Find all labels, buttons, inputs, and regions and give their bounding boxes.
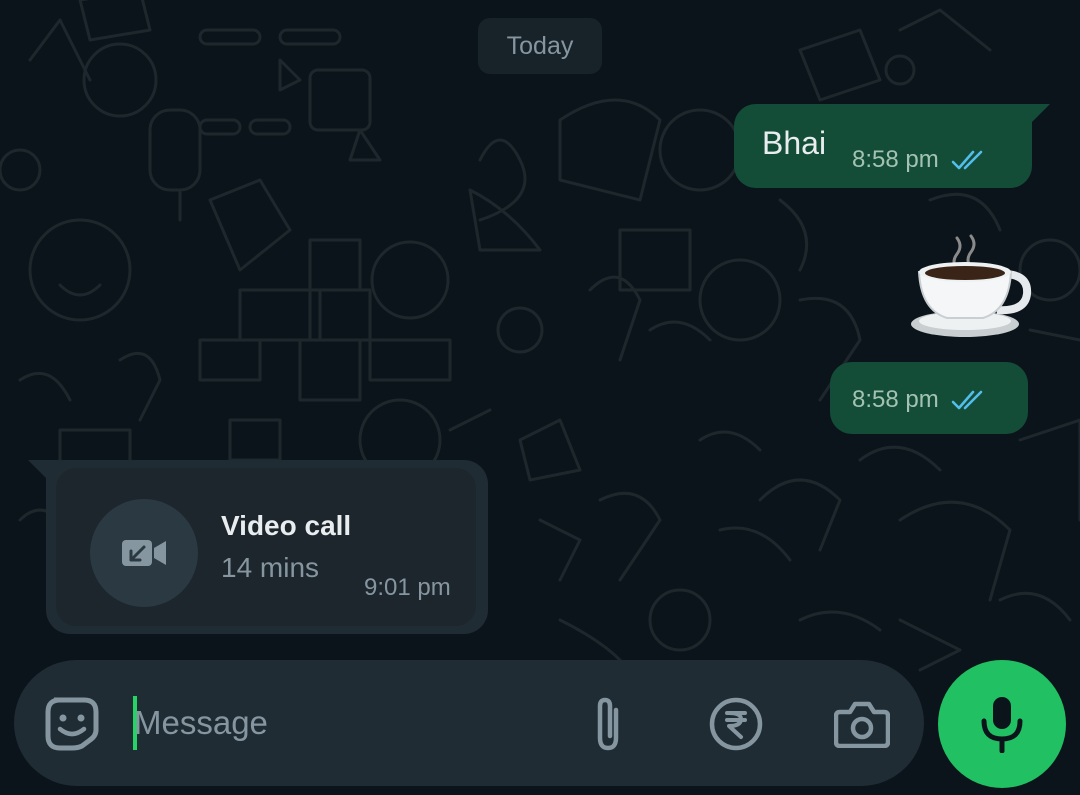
voice-message-button[interactable] [938, 660, 1066, 788]
call-duration: 14 mins [221, 552, 320, 583]
message-composer [14, 660, 924, 786]
message-text: Bhai [762, 125, 827, 161]
bubble-tail [1032, 104, 1050, 122]
message-input[interactable] [134, 700, 534, 746]
rupee-icon [709, 697, 763, 751]
attach-button[interactable] [578, 694, 638, 754]
call-card[interactable]: Video call 14 mins 9:01 pm [56, 468, 476, 626]
payment-button[interactable] [706, 694, 766, 754]
message-meta: 8:58 pm [852, 386, 997, 414]
paperclip-icon [597, 697, 619, 751]
camera-icon [834, 701, 890, 748]
call-title: Video call [221, 510, 352, 541]
call-time: 9:01 pm [364, 574, 451, 601]
sticker-smile-icon[interactable] [44, 696, 100, 752]
bubble-tail [28, 460, 46, 478]
message-meta: 8:58 pm [852, 146, 997, 174]
double-check-read-icon [951, 150, 983, 170]
coffee-cup-icon[interactable] [905, 232, 1035, 342]
incoming-call-bubble[interactable]: Video call 14 mins 9:01 pm [28, 460, 488, 634]
outgoing-message-bubble[interactable]: 8:58 pm [830, 362, 1028, 434]
message-time: 8:58 pm [852, 386, 939, 413]
call-icon-circle [90, 499, 198, 607]
outgoing-message-bubble[interactable]: Bhai 8:58 pm [734, 104, 1050, 188]
message-time: 8:58 pm [852, 146, 939, 173]
mic-icon [981, 697, 1023, 753]
incoming-video-call-icon [122, 540, 166, 566]
double-check-read-icon [951, 390, 983, 410]
camera-button[interactable] [832, 694, 892, 754]
date-separator: Today [478, 18, 602, 74]
